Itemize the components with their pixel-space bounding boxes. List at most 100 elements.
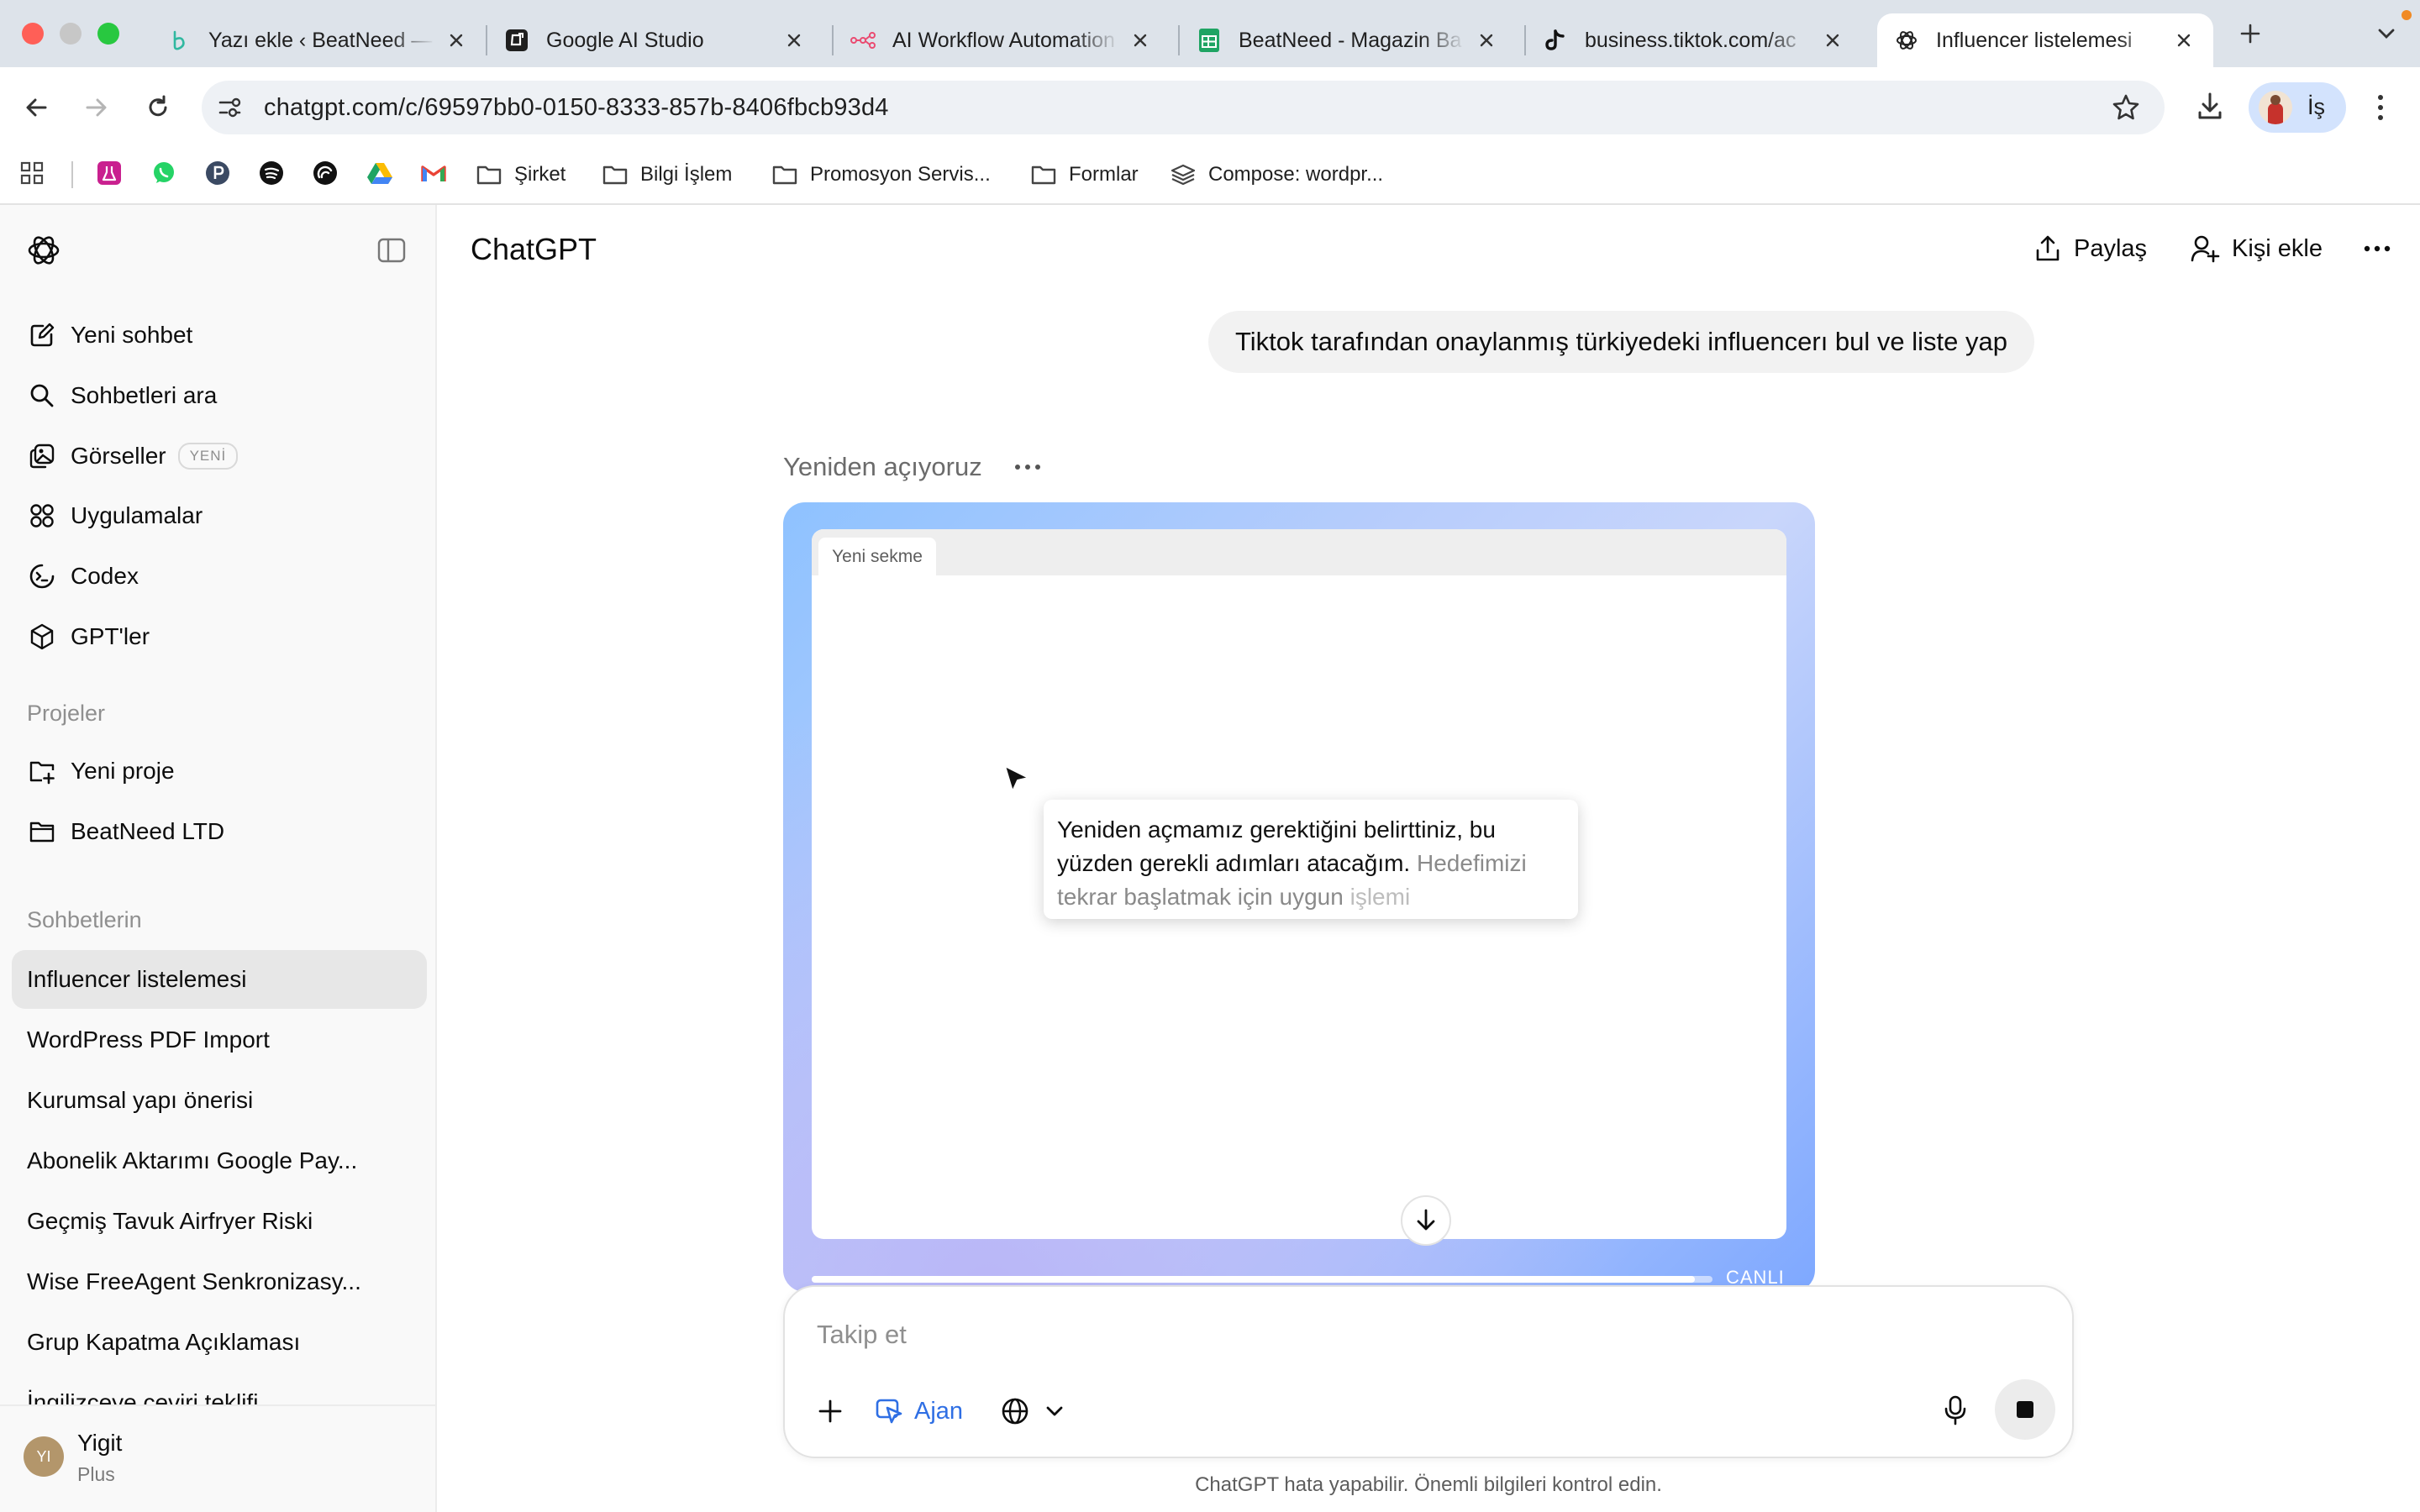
google-drive-icon[interactable] [366, 160, 393, 186]
tab-title: Google AI Studio [546, 28, 704, 52]
sidebar-new-project[interactable]: Yeni proje [12, 742, 427, 801]
browser-tab-4[interactable]: business.tiktok.com/ac [1526, 13, 1862, 67]
minimize-window-button[interactable] [60, 23, 82, 45]
sidebar-toggle-icon[interactable] [376, 235, 407, 265]
new-project-icon [27, 756, 57, 786]
virtual-browser-tabbar [812, 529, 1786, 575]
bookmark-folder-3[interactable]: Formlar [1030, 160, 1139, 190]
close-icon[interactable] [2171, 28, 2196, 53]
close-icon[interactable] [1128, 28, 1153, 53]
close-icon[interactable] [1474, 28, 1499, 53]
bookmark-compose[interactable]: Compose: wordpr... [1170, 160, 1383, 190]
web-search-globe-icon[interactable] [1000, 1396, 1030, 1426]
bookmark-label: Bilgi İşlem [640, 163, 733, 186]
bookmark-folder-1[interactable]: Bilgi İşlem [602, 160, 732, 190]
bookmark-label: Promosyon Servis... [810, 163, 991, 186]
chevron-down-icon[interactable] [1042, 1399, 1067, 1423]
images-icon [27, 441, 57, 471]
beatneed-icon [166, 28, 192, 53]
google-sheets-icon [1197, 28, 1222, 53]
n8n-icon [850, 28, 876, 53]
sidebar-new-chat[interactable]: Yeni sohbet [12, 306, 427, 365]
browser-tab-5-active[interactable]: Influencer listelemesi [1877, 13, 2213, 67]
folder-icon [27, 816, 57, 847]
browser-menu-icon[interactable] [2375, 91, 2386, 124]
sidebar-project-beatneed[interactable]: BeatNeed LTD [12, 802, 427, 861]
openai-logo-icon[interactable] [25, 232, 62, 269]
user-avatar[interactable]: YI [24, 1436, 64, 1477]
radar-app-icon[interactable] [312, 160, 339, 186]
ai-studio-icon [504, 28, 529, 53]
close-icon[interactable] [444, 28, 469, 53]
share-icon [2036, 235, 2060, 261]
chats-section-label: Sohbetlerin [27, 907, 142, 932]
sidebar-search-chats[interactable]: Sohbetleri ara [12, 366, 427, 425]
agent-mode-button[interactable]: Ajan [874, 1393, 963, 1430]
maximize-window-button[interactable] [97, 23, 119, 45]
gmail-icon[interactable] [420, 160, 447, 186]
nav-label: Yeni sohbet [71, 322, 193, 348]
whatsapp-icon[interactable] [150, 160, 177, 186]
arrow-down-icon [1417, 1209, 1435, 1231]
close-icon[interactable] [781, 28, 807, 53]
spotify-icon[interactable] [258, 160, 285, 186]
tab-title: Influencer listelemesi [1936, 28, 2133, 52]
url-text[interactable]: chatgpt.com/c/69597bb0-0150-8333-857b-84… [264, 94, 889, 122]
caption-text-faded-more: işlemi [1349, 884, 1411, 910]
browser-tab-2[interactable]: AI Workflow Automation [834, 13, 1170, 67]
stop-button[interactable] [1995, 1379, 2055, 1440]
download-icon[interactable] [2193, 89, 2227, 124]
more-options-icon[interactable] [2363, 237, 2391, 260]
labs-flask-icon[interactable] [96, 160, 123, 186]
tab-search-chevron-icon[interactable] [2371, 18, 2402, 49]
sidebar-images[interactable]: Görseller YENİ [12, 427, 427, 486]
search-icon [27, 381, 57, 411]
microphone-icon[interactable] [1943, 1394, 1968, 1426]
tab-title: business.tiktok.com/ac [1585, 28, 1797, 52]
add-attachment-icon[interactable] [815, 1396, 845, 1426]
bookmark-folder-0[interactable]: Şirket [476, 160, 566, 190]
user-menu[interactable] [0, 1404, 435, 1512]
chat-item-active[interactable]: Influencer listelemesi [12, 950, 427, 1009]
new-tab-icon[interactable] [2235, 18, 2265, 49]
share-button[interactable]: Paylaş [2033, 232, 2147, 265]
site-settings-icon[interactable] [215, 93, 244, 122]
bookmark-divider [71, 161, 73, 188]
sidebar-apps[interactable]: Uygulamalar [12, 486, 427, 545]
chat-item[interactable]: WordPress PDF Import [12, 1011, 427, 1069]
stack-icon [1171, 164, 1196, 186]
profile-label: İş [2307, 94, 2326, 119]
agent-cursor-icon [876, 1399, 902, 1424]
close-window-button[interactable] [22, 23, 44, 45]
replay-progress-fill [812, 1276, 1695, 1283]
add-person-button[interactable]: Kişi ekle [2190, 232, 2323, 265]
user-plan: Plus [77, 1463, 115, 1485]
sidebar-gpts[interactable]: GPT'ler [12, 607, 427, 666]
browser-tab-1[interactable]: Google AI Studio [487, 13, 823, 67]
browser-tab-0[interactable]: Yazı ekle ‹ BeatNeed — WordPress [150, 13, 486, 67]
chat-item[interactable]: Wise FreeAgent Senkronizasy... [12, 1252, 427, 1311]
reload-icon[interactable] [141, 91, 175, 124]
close-icon[interactable] [1820, 28, 1845, 53]
back-arrow-icon[interactable] [20, 92, 54, 123]
apps-grid-icon[interactable] [18, 160, 45, 186]
add-person-label: Kişi ekle [2232, 234, 2323, 262]
sidebar-codex[interactable]: Codex [12, 547, 427, 606]
chat-item[interactable]: Abonelik Aktarımı Google Pay... [12, 1131, 427, 1190]
chat-item[interactable]: Geçmiş Tavuk Airfryer Riski [12, 1192, 427, 1251]
bookmark-folder-2[interactable]: Promosyon Servis... [771, 160, 991, 190]
chat-item[interactable]: Kurumsal yapı önerisi [12, 1071, 427, 1130]
new-badge: YENİ [177, 443, 239, 470]
agent-options-icon[interactable] [1013, 455, 1042, 479]
page-title[interactable]: ChatGPT [471, 232, 597, 267]
project-label: Yeni proje [71, 758, 175, 784]
p-badge-icon[interactable] [204, 160, 231, 186]
tab-title: AI Workflow Automation [892, 28, 1115, 52]
scroll-down-button[interactable] [1401, 1195, 1451, 1246]
profile-chip[interactable]: İş [2249, 82, 2346, 133]
browser-tab-3[interactable]: BeatNeed - Magazin Ba [1180, 13, 1516, 67]
bookmark-star-icon[interactable] [2109, 91, 2143, 124]
follow-up-input[interactable] [817, 1317, 2027, 1352]
chat-item[interactable]: Grup Kapatma Açıklaması [12, 1313, 427, 1372]
forward-arrow-icon[interactable] [79, 92, 113, 123]
